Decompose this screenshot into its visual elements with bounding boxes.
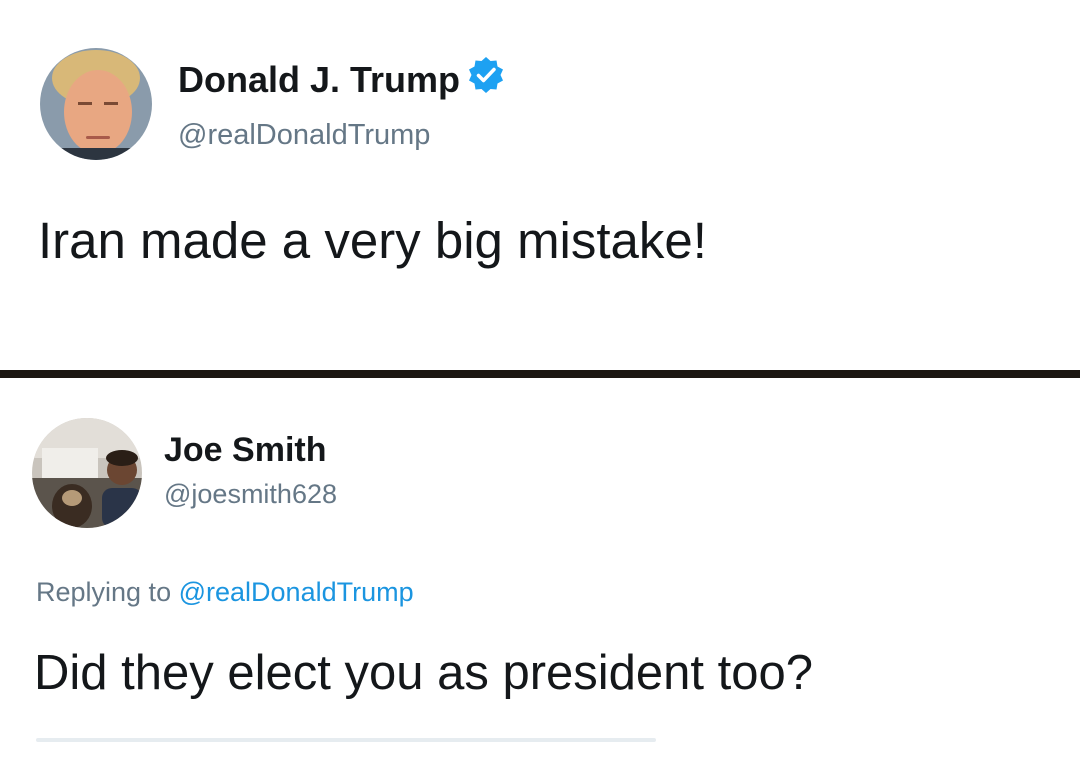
replying-to-label: Replying to <box>36 577 172 607</box>
reply-text: Did they elect you as president too? <box>34 646 814 700</box>
replying-to: Replying to @realDonaldTrump <box>36 576 414 608</box>
author-handle[interactable]: @joesmith628 <box>164 478 337 510</box>
replying-to-mention-link[interactable]: @realDonaldTrump <box>179 577 414 607</box>
author-handle[interactable]: @realDonaldTrump <box>178 118 430 152</box>
reply-tweet: Joe Smith @joesmith628 Replying to @real… <box>0 378 1080 757</box>
tweet-text: Iran made a very big mistake! <box>38 212 707 269</box>
avatar[interactable] <box>32 418 142 528</box>
author-name[interactable]: Joe Smith <box>164 430 326 470</box>
divider <box>0 370 1080 378</box>
verified-badge-icon <box>466 55 506 104</box>
original-tweet: Donald J. Trump @realDonaldTrump Iran ma… <box>0 0 1080 370</box>
author-name-text[interactable]: Donald J. Trump <box>178 59 460 100</box>
faint-divider-line <box>36 738 656 742</box>
avatar[interactable] <box>40 48 152 160</box>
author-name[interactable]: Donald J. Trump <box>178 55 506 107</box>
